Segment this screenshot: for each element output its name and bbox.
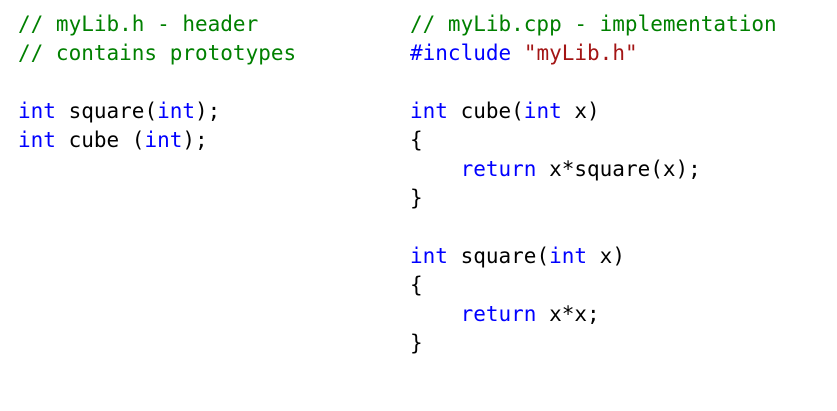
code-token-normal: x): [561, 99, 600, 123]
code-token-normal: }: [410, 186, 423, 210]
code-line: }: [410, 329, 777, 358]
code-token-normal: }: [410, 331, 423, 355]
code-line: {: [410, 271, 777, 300]
code-token-keyword: int: [410, 244, 448, 268]
code-line: int cube(int x): [410, 97, 777, 126]
code-token-normal: [410, 302, 461, 326]
code-token-keyword: int: [410, 99, 448, 123]
code-line: int square(int);: [18, 97, 296, 126]
code-token-normal: {: [410, 128, 423, 152]
code-token-keyword: return: [460, 302, 537, 326]
code-token-normal: square(: [447, 244, 550, 268]
code-line: #include "myLib.h": [410, 39, 777, 68]
code-line: int square(int x): [410, 242, 777, 271]
code-token-normal: );: [195, 99, 221, 123]
code-line: // myLib.cpp - implementation: [410, 10, 777, 39]
code-line: {: [410, 126, 777, 155]
code-token-normal: cube (: [55, 128, 145, 152]
header-file-code: // myLib.h - header // contains prototype…: [18, 10, 296, 155]
code-token-keyword: #include: [410, 41, 512, 65]
implementation-file-code: // myLib.cpp - implementation #include "m…: [410, 10, 777, 358]
code-line: return x*x;: [410, 300, 777, 329]
code-token-keyword: int: [549, 244, 588, 268]
code-token-normal: [511, 41, 524, 65]
code-token-comment: // myLib.h - header: [18, 12, 259, 36]
code-line: // contains prototypes: [18, 39, 296, 68]
code-token-normal: [410, 157, 461, 181]
code-token-comment: // contains prototypes: [18, 41, 297, 65]
code-token-keyword: int: [18, 99, 56, 123]
code-line: }: [410, 184, 777, 213]
code-line: int cube (int);: [18, 126, 296, 155]
code-token-normal: x): [587, 244, 625, 268]
code-token-normal: );: [182, 128, 208, 152]
code-line: return x*square(x);: [410, 155, 777, 184]
code-token-normal: cube(: [447, 99, 524, 123]
code-token-normal: square(: [55, 99, 158, 123]
code-token-keyword: int: [157, 99, 196, 123]
code-token-comment: // myLib.cpp - implementation: [410, 12, 777, 36]
code-token-keyword: int: [144, 128, 183, 152]
code-line: // myLib.h - header: [18, 10, 296, 39]
code-token-string: "myLib.h": [523, 41, 638, 65]
code-token-normal: x*x;: [536, 302, 600, 326]
code-token-keyword: return: [460, 157, 537, 181]
code-token-keyword: int: [18, 128, 56, 152]
code-token-normal: {: [410, 273, 423, 297]
code-token-normal: x*square(x);: [536, 157, 701, 181]
code-token-keyword: int: [523, 99, 562, 123]
